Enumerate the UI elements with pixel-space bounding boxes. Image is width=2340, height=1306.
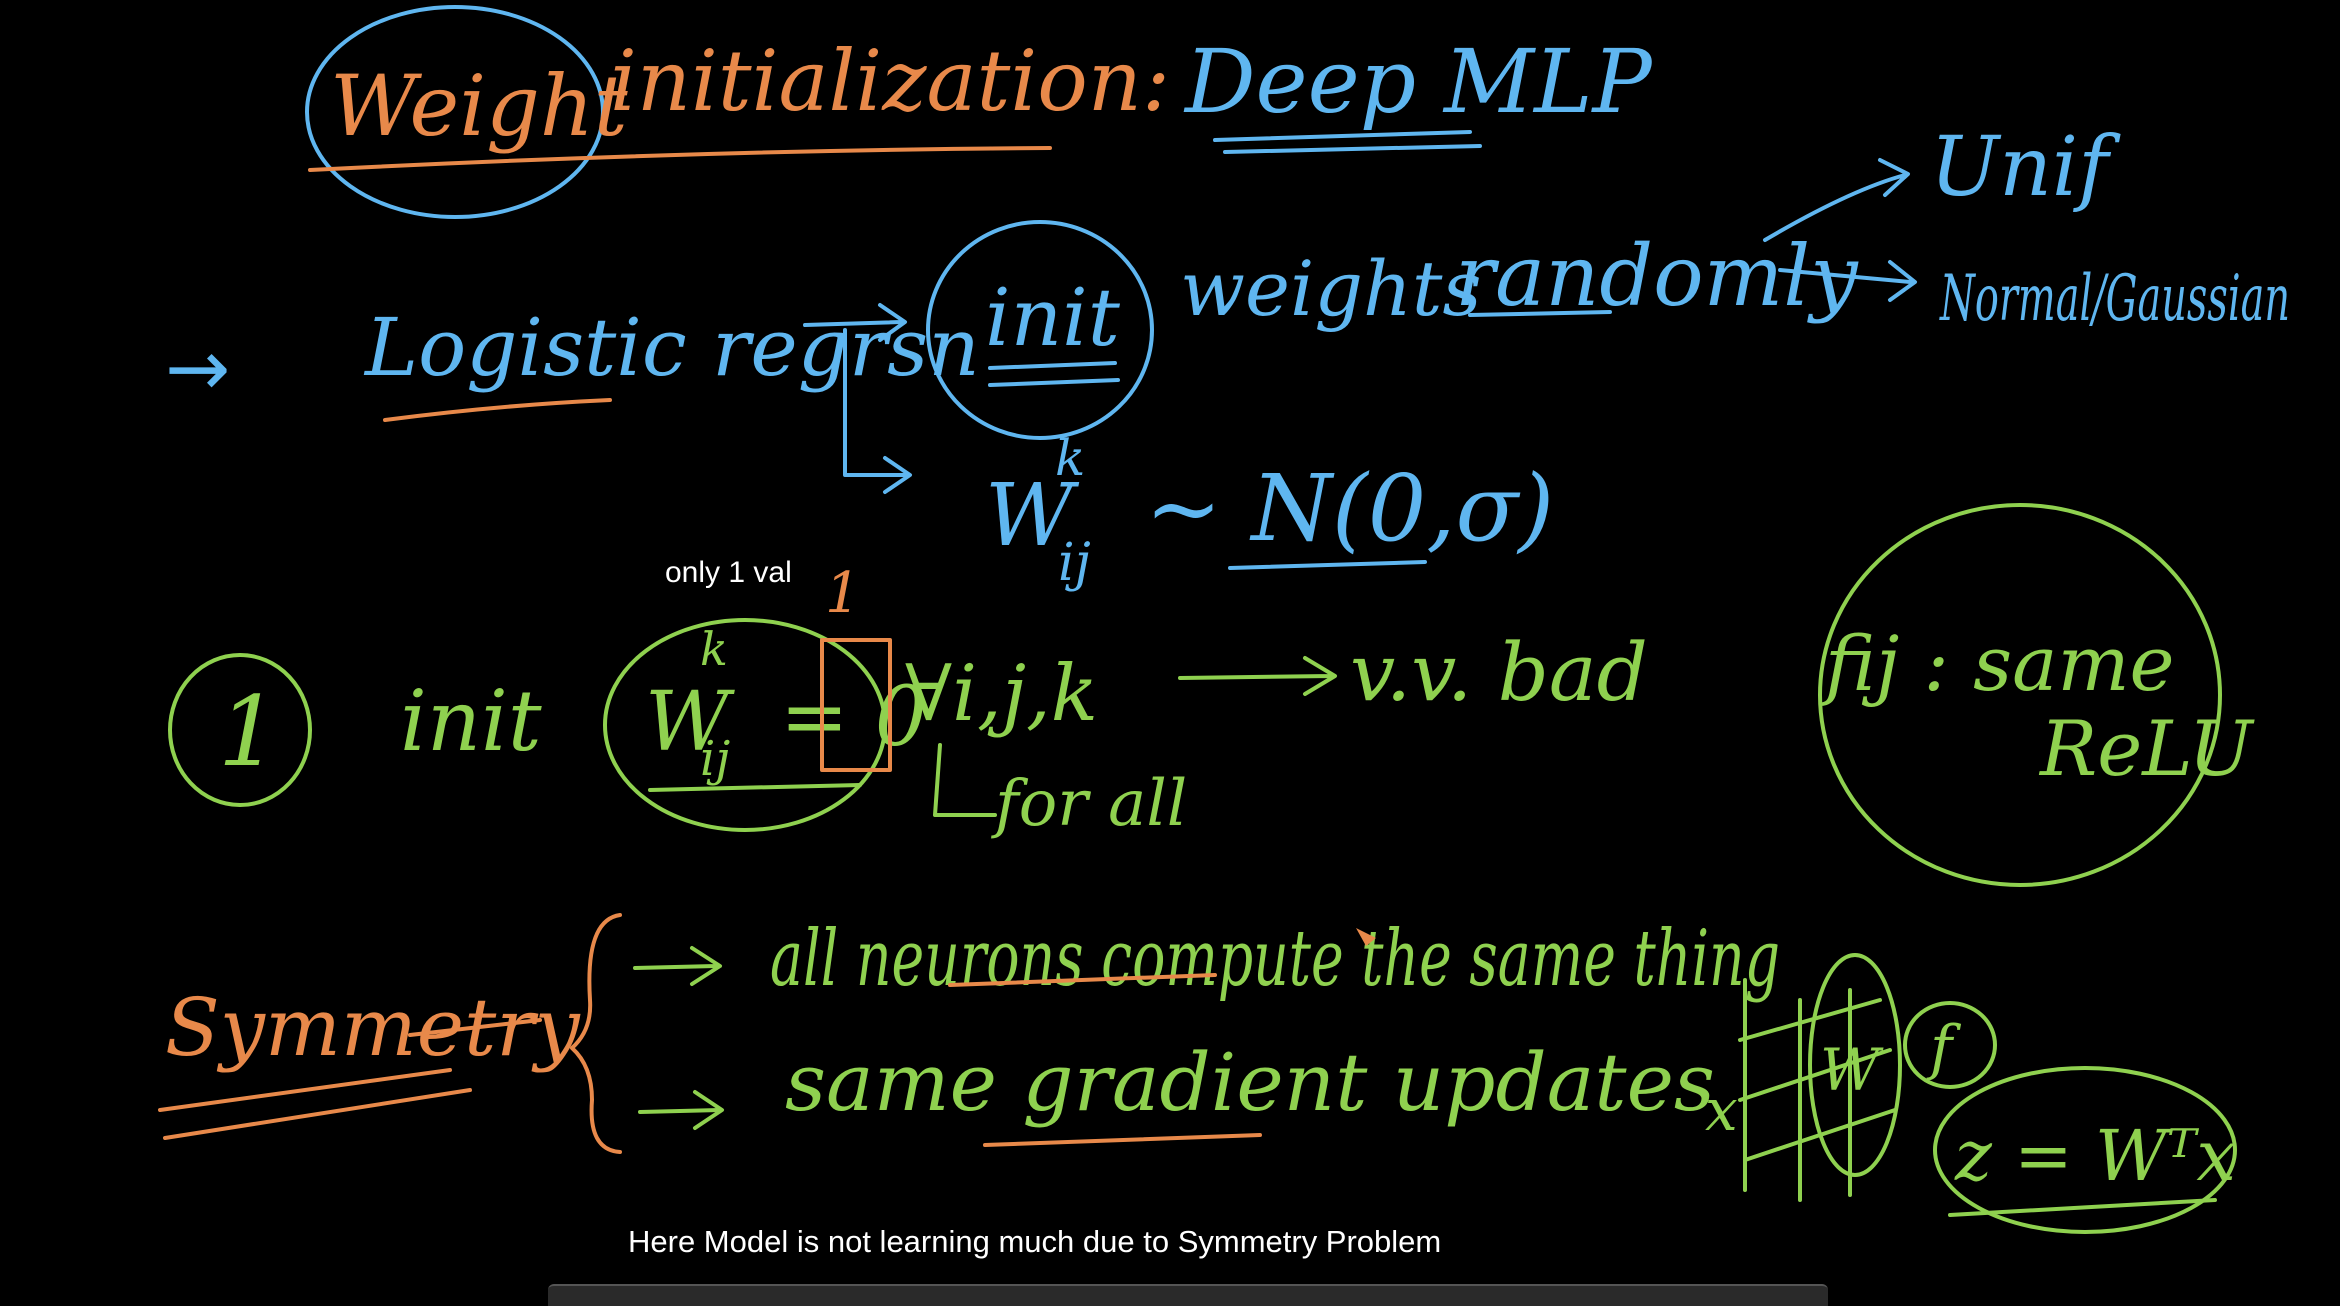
title-deep-mlp: Deep MLP xyxy=(1183,30,1654,133)
w-subscript: ij xyxy=(1058,533,1091,593)
for-all-hook xyxy=(933,743,997,817)
same-gradient-updates: same gradient updates xyxy=(785,1036,1715,1129)
w-zero-superscript: k xyxy=(700,622,728,676)
title-weight: Weight xyxy=(330,57,628,155)
whiteboard-canvas: .o { fill:#e8894a; } .b { fill:#5fb6f0; … xyxy=(158,5,2290,1259)
caption-text: Here Model is not learning much due to S… xyxy=(628,1224,1441,1259)
neuron-weight-w: W xyxy=(1820,1036,1884,1104)
for-all-note: for all xyxy=(991,767,1187,841)
line2-arrow xyxy=(638,1090,724,1130)
neurons-same-thing: all neurons compute the same thing xyxy=(770,914,1780,1004)
for-all-ijk: ∀i,j,k xyxy=(905,649,1098,739)
symmetry-word: Symmetry xyxy=(165,981,581,1074)
distribution-underline xyxy=(1228,560,1427,570)
w-zero-subscript: ij xyxy=(700,731,730,787)
unif-word: Unif xyxy=(1930,120,2121,215)
video-controls-bar[interactable] xyxy=(548,1284,1828,1306)
one-above-zero: 1 xyxy=(825,561,861,626)
init-underline xyxy=(988,361,1120,387)
vv-bad: v.v. bad xyxy=(1350,626,1648,719)
normal-gaussian: Normal/Gaussian xyxy=(1939,262,2290,336)
zero-underline xyxy=(648,783,862,792)
logistic-underline xyxy=(383,398,612,422)
neuron-input-x: x xyxy=(1705,1076,1738,1144)
logistic-regrsn: Logistic regrsn xyxy=(363,301,980,394)
line1-arrow xyxy=(633,946,722,986)
neuron-f: f xyxy=(1926,1013,1962,1083)
normal-distribution: ~ N(0,σ) xyxy=(1145,455,1554,562)
number-one: 1 xyxy=(218,676,279,788)
gradient-underline xyxy=(983,1133,1262,1147)
relu-word: ReLU xyxy=(2038,704,2256,793)
init-word: init xyxy=(985,271,1121,364)
init-zero-word: init xyxy=(400,672,542,770)
bad-arrow xyxy=(1178,656,1337,696)
only-one-val-note: only 1 val xyxy=(665,556,792,589)
weights-word: weights xyxy=(1180,244,1481,333)
z-underline xyxy=(1948,1198,2217,1217)
deep-mlp-underline xyxy=(1213,130,1482,154)
bullet-arrow: → xyxy=(165,324,230,414)
z-equation: z = Wᵀx xyxy=(1954,1115,2236,1197)
title-initialization: initialization: xyxy=(610,32,1170,130)
randomly-word: randomly xyxy=(1455,227,1859,325)
w-superscript: k xyxy=(1055,429,1085,487)
fij-same: fij : same xyxy=(1820,619,2175,708)
